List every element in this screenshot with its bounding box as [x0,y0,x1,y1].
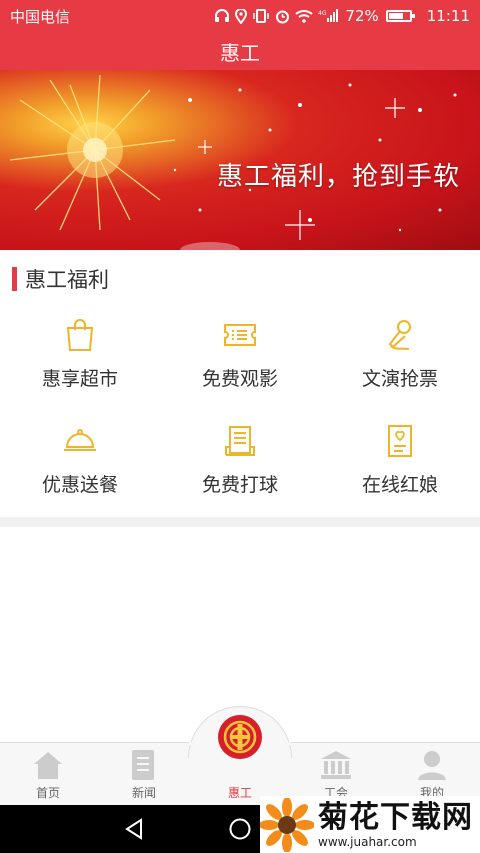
chrysanthemum-logo [260,797,314,852]
grid-item-label: 免费打球 [201,474,278,496]
building-icon [319,748,353,782]
watermark-text: 菊花下载网 www.juahar.com [318,799,473,849]
grid-item-ball-games[interactable]: 免费打球 [160,424,320,524]
tab-label: 新闻 [131,786,156,800]
section-divider [0,517,480,527]
food-cloche-icon [63,424,97,458]
grid-item-label: 在线红娘 [361,474,438,496]
shopping-bag-icon [63,318,97,352]
watermark-url: www.juahar.com [318,834,417,849]
page-title: 惠工 [220,40,260,65]
tab-profile[interactable]: 我的 [384,744,480,804]
vibrate-icon [253,9,270,23]
back-icon[interactable] [114,815,154,843]
banner-slogan: 惠工福利，抢到手软 [216,162,460,192]
grid-item-movie[interactable]: 免费观影 [160,318,320,418]
svg-text:4G: 4G [318,10,327,17]
tab-label: 惠工 [227,786,252,800]
home-icon [31,748,65,782]
alarm-icon [276,10,290,23]
location-icon [235,8,248,24]
battery-fill [388,13,404,19]
battery-icon [385,10,415,22]
watermark: 菊花下载网 www.juahar.com [260,796,480,853]
benefits-grid: 惠享超市 免费观影 文演抢票 优惠送餐 免费打球 在线红娘 [0,318,480,518]
grid-item-matchmaker[interactable]: 在线红娘 [320,424,480,524]
phone-screen: 中国电信 4G 72% 11:11 惠工 惠工福利，抢到手软 惠工福利 惠享超市… [0,0,480,853]
home-circle-icon[interactable] [220,815,260,843]
news-icon [127,748,161,782]
signal-icon: 4G [318,9,339,22]
grid-item-label: 惠享超市 [41,368,118,390]
tab-huigong[interactable]: 惠工 [192,744,288,804]
banner[interactable]: 惠工福利，抢到手软 [0,70,480,250]
status-bar: 中国电信 4G 72% 11:11 [0,0,480,32]
tab-label: 首页 [35,786,60,800]
movie-ticket-icon [223,318,257,352]
tab-union[interactable]: 工会 [288,744,384,804]
carrier-name: 中国电信 [10,7,71,26]
microphone-icon [383,318,417,352]
headphones-icon [215,9,230,22]
grid-item-show-tickets[interactable]: 文演抢票 [320,318,480,418]
watermark-title: 菊花下载网 [318,799,473,835]
grid-item-label: 文演抢票 [361,368,438,390]
sports-court-icon [223,424,257,458]
tab-home[interactable]: 首页 [0,744,96,804]
love-letter-icon [383,424,417,458]
tab-news[interactable]: 新闻 [96,744,192,804]
section-accent-bar [12,267,17,291]
status-icons: 4G 72% 11:11 [214,7,470,25]
grid-item-label: 优惠送餐 [41,474,118,496]
section-header: 惠工福利 [0,262,480,296]
grid-item-supermarket[interactable]: 惠享超市 [0,318,160,418]
section-title: 惠工福利 [25,268,109,292]
clock: 11:11 [426,7,470,25]
grid-item-label: 免费观影 [201,368,278,390]
grid-item-food-delivery[interactable]: 优惠送餐 [0,424,160,524]
tab-huigong-spacer [223,748,257,782]
wifi-icon [295,10,314,23]
battery-percent: 72% [345,7,379,25]
user-icon [415,748,449,782]
title-bar: 惠工 [0,32,480,70]
